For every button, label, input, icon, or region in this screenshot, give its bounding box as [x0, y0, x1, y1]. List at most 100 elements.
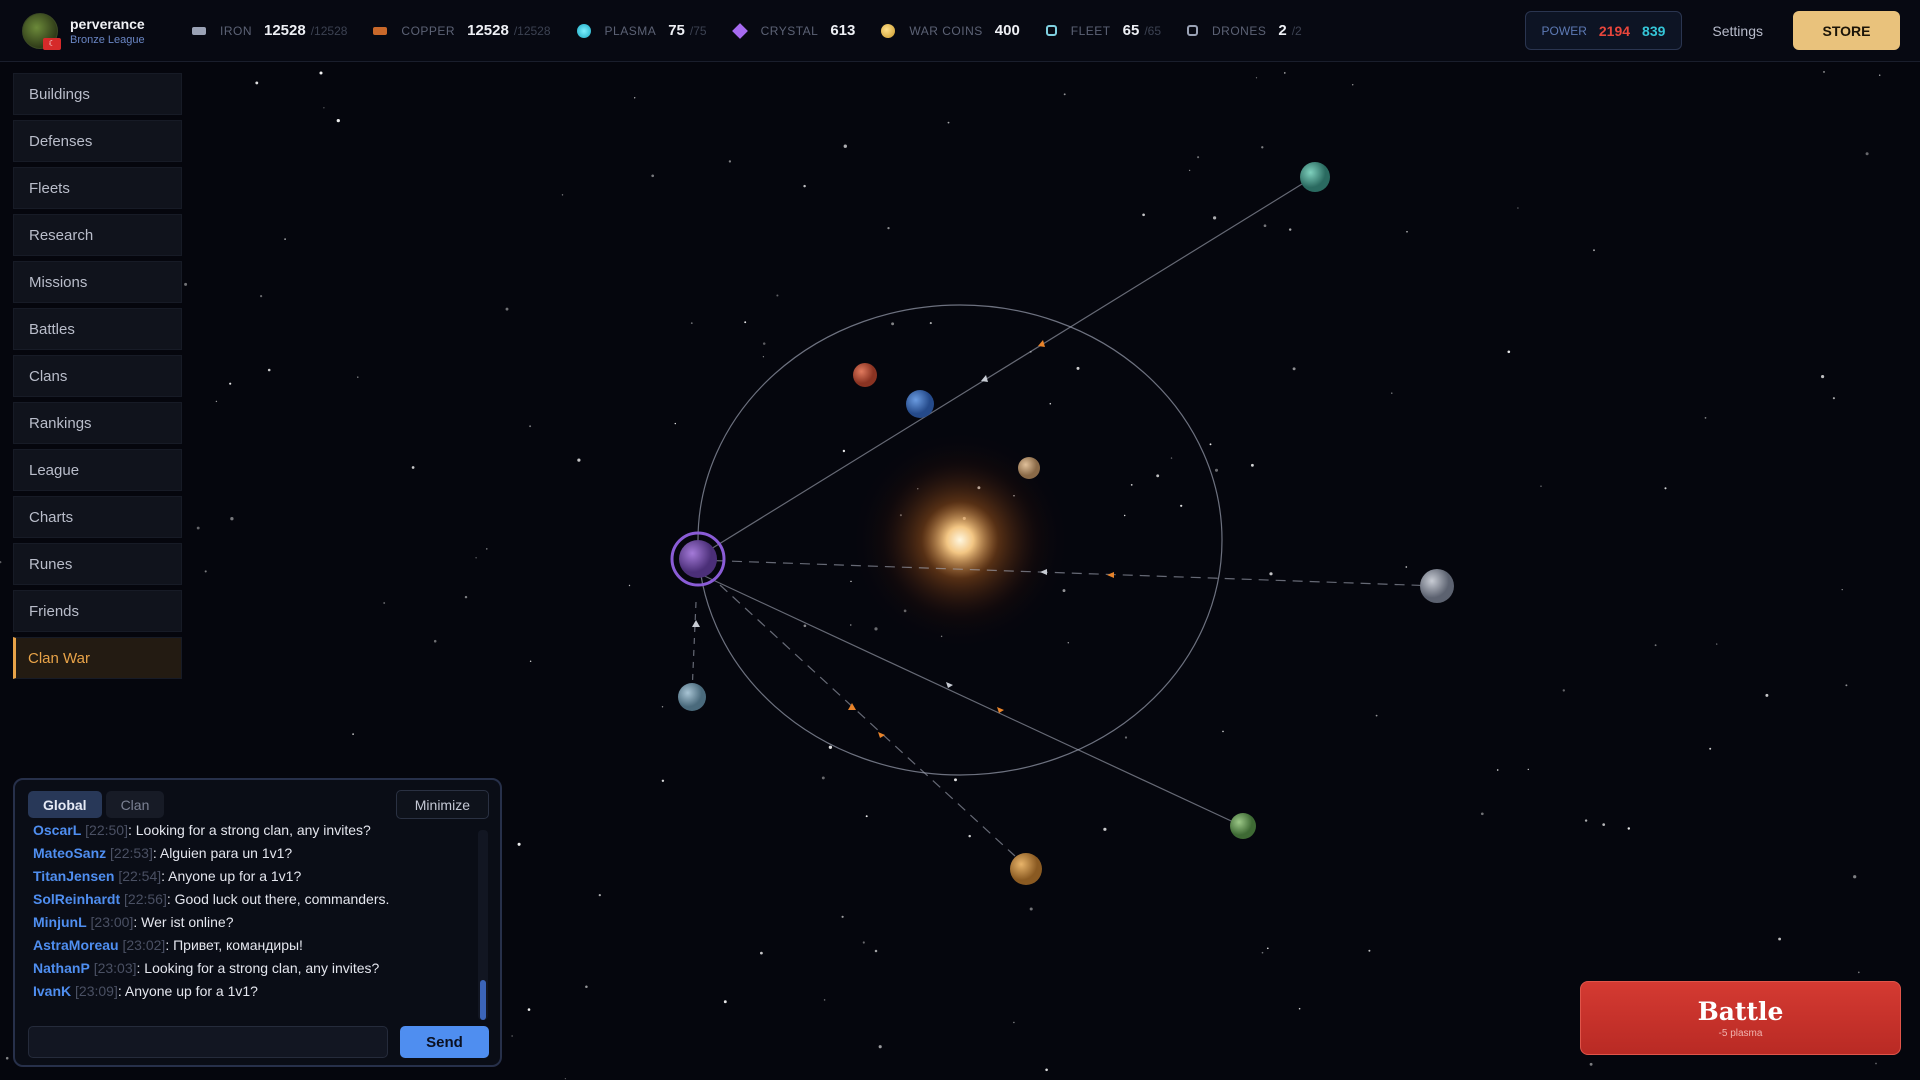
chat-text: : Good luck out there, commanders. — [166, 891, 390, 907]
star — [874, 949, 878, 953]
star — [267, 368, 271, 372]
chat-username[interactable]: TitanJensen — [33, 868, 114, 884]
star — [585, 985, 588, 989]
star — [1602, 823, 1606, 826]
chat-username[interactable]: OscarL — [33, 825, 81, 838]
planet-blue[interactable] — [906, 390, 934, 418]
sidebar-item-runes[interactable]: Runes — [13, 543, 182, 585]
avatar[interactable]: ☾ — [22, 12, 61, 50]
star — [887, 226, 890, 230]
star — [284, 238, 286, 241]
star — [762, 356, 765, 358]
star — [5, 1056, 9, 1060]
tab-clan[interactable]: Clan — [105, 791, 165, 818]
star — [1540, 485, 1542, 487]
chat-scrollbar[interactable] — [478, 830, 488, 1020]
star — [1197, 156, 1200, 159]
player-profile[interactable]: ☾ perverance Bronze League — [22, 12, 192, 50]
resource-label: IRON — [220, 23, 252, 38]
sidebar-item-buildings[interactable]: Buildings — [13, 73, 182, 115]
send-button[interactable]: Send — [400, 1026, 489, 1058]
chat-username[interactable]: MinjunL — [33, 914, 87, 930]
chat-username[interactable]: SolReinhardt — [33, 891, 120, 907]
sidebar-item-clan-war[interactable]: Clan War — [13, 637, 182, 679]
chat-scrollbar-thumb[interactable] — [480, 980, 486, 1020]
planet-ice[interactable] — [678, 683, 706, 711]
star — [319, 71, 323, 75]
chat-message: SolReinhardt [22:56]: Good luck out ther… — [33, 888, 468, 911]
home-planet[interactable] — [679, 540, 717, 578]
minimize-button[interactable]: Minimize — [395, 790, 489, 819]
chat-text: : Anyone up for a 1v1? — [161, 868, 302, 884]
planet-sand[interactable] — [1018, 457, 1040, 479]
star — [1841, 588, 1843, 591]
settings-button[interactable]: Settings — [1712, 23, 1763, 39]
star — [564, 1077, 567, 1080]
chat-panel: Global Clan Minimize OscarL [22:50]: Loo… — [13, 778, 502, 1067]
planet-green[interactable] — [1230, 813, 1256, 839]
resource-value: 12528 — [467, 22, 509, 39]
star — [843, 144, 847, 148]
star — [1857, 971, 1860, 974]
star — [1875, 1062, 1877, 1065]
chat-username[interactable]: NathanP — [33, 960, 90, 976]
planet-orange[interactable] — [1010, 853, 1042, 885]
star — [1704, 417, 1707, 419]
star — [1593, 249, 1595, 252]
star — [1062, 589, 1066, 593]
star — [1222, 730, 1224, 733]
chat-username[interactable]: MateoSanz — [33, 845, 106, 861]
sidebar-item-charts[interactable]: Charts — [13, 496, 182, 538]
sidebar-item-research[interactable]: Research — [13, 214, 182, 256]
chat-username[interactable]: IvanK — [33, 983, 71, 999]
star — [260, 295, 263, 298]
star — [352, 733, 354, 735]
store-button[interactable]: STORE — [1793, 11, 1900, 50]
sidebar-item-rankings[interactable]: Rankings — [13, 402, 182, 444]
star — [1368, 949, 1371, 952]
tab-global[interactable]: Global — [28, 791, 102, 818]
sidebar-item-battles[interactable]: Battles — [13, 308, 182, 350]
resource-value: 2 — [1278, 22, 1287, 39]
star — [891, 322, 895, 326]
planet-grey[interactable] — [1420, 569, 1454, 603]
star — [651, 174, 655, 178]
star — [1654, 644, 1657, 647]
sidebar-item-clans[interactable]: Clans — [13, 355, 182, 397]
planet-red[interactable] — [853, 363, 877, 387]
star — [1716, 643, 1718, 645]
planet-teal[interactable] — [1300, 162, 1330, 192]
star — [968, 834, 971, 838]
star — [1124, 514, 1126, 517]
star — [661, 706, 664, 708]
sidebar-item-defenses[interactable]: Defenses — [13, 120, 182, 162]
resource-label: WAR COINS — [909, 23, 983, 38]
sidebar-item-fleets[interactable]: Fleets — [13, 167, 182, 209]
resource-label: COPPER — [401, 23, 456, 38]
plasma-icon — [576, 23, 591, 38]
star — [1778, 937, 1782, 941]
resource-label: CRYSTAL — [760, 23, 819, 38]
chat-input[interactable] — [28, 1026, 388, 1058]
star — [517, 842, 521, 846]
sidebar-item-league[interactable]: League — [13, 449, 182, 491]
power-value-defense: 839 — [1642, 22, 1666, 39]
coin-icon — [881, 23, 896, 38]
sidebar-item-friends[interactable]: Friends — [13, 590, 182, 632]
star — [529, 425, 532, 428]
top-bar: ☾ perverance Bronze League IRON 12528 /1… — [0, 0, 1920, 62]
battle-button[interactable]: Battle -5 plasma — [1580, 981, 1901, 1055]
resource-bar: IRON 12528 /12528 COPPER 12528 /12528 PL… — [192, 22, 1328, 39]
star — [1049, 402, 1052, 405]
star — [1261, 951, 1264, 954]
chat-timestamp: [22:53] — [110, 845, 153, 861]
chat-username[interactable]: AstraMoreau — [33, 937, 119, 953]
star — [1013, 1021, 1015, 1024]
chat-messages[interactable]: OscarL [22:50]: Looking for a strong cla… — [33, 825, 468, 1003]
chat-message: TitanJensen [22:54]: Anyone up for a 1v1… — [33, 865, 468, 888]
sidebar-item-missions[interactable]: Missions — [13, 261, 182, 303]
star — [634, 97, 636, 99]
resource-value: 12528 — [264, 22, 306, 39]
star — [505, 307, 509, 311]
chat-timestamp: [22:54] — [118, 868, 162, 884]
